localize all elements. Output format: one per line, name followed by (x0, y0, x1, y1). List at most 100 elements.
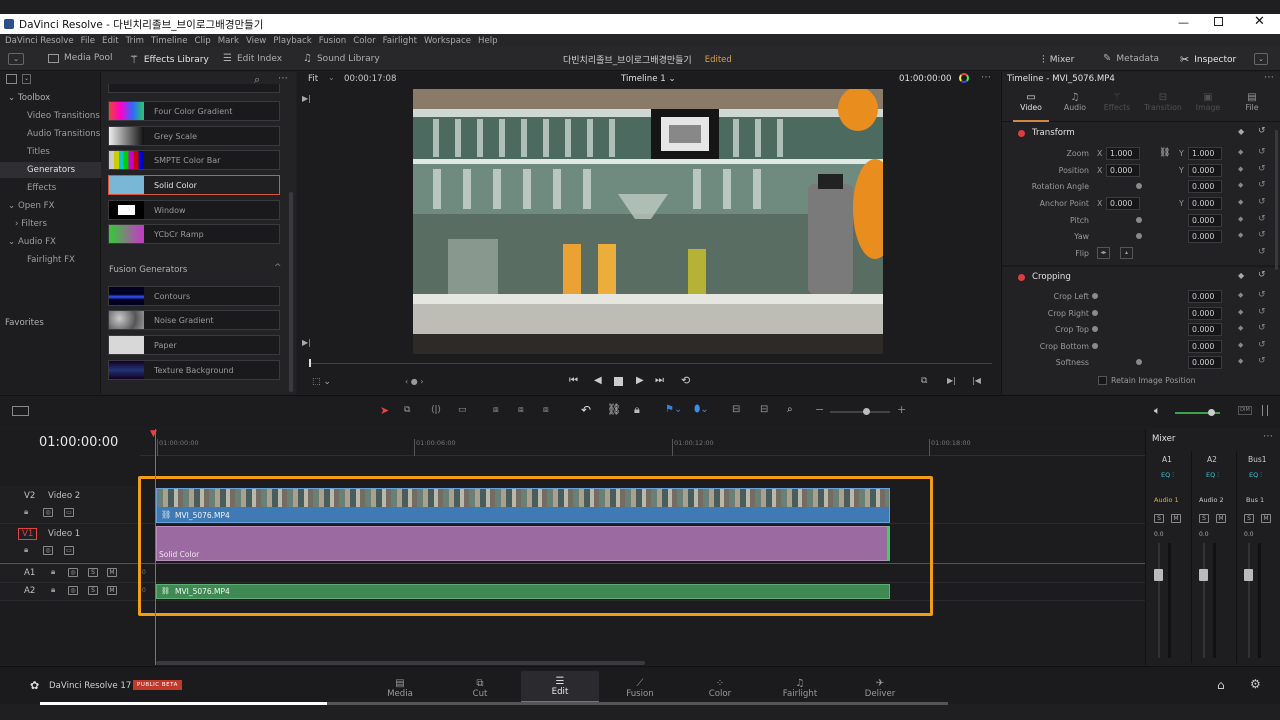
crop-top-field[interactable]: 0.000 (1188, 323, 1222, 336)
chevron-down-icon[interactable]: ⌄ (328, 73, 335, 82)
insert-clip-icon[interactable]: ⧈ (493, 405, 499, 415)
menu-clip[interactable]: Clip (195, 36, 211, 46)
flip-vertical-icon[interactable]: ▴ (1120, 247, 1133, 259)
generator-smpte-color-bar[interactable]: SMPTE Color Bar (108, 150, 280, 170)
keyframe-icon[interactable]: ◆ (1238, 181, 1243, 189)
enable-dot-icon[interactable] (1018, 274, 1025, 281)
menu-workspace[interactable]: Workspace (424, 36, 471, 46)
tree-favorites[interactable]: Favorites (5, 318, 44, 328)
keyframe-icon[interactable]: ◆ (1238, 198, 1243, 206)
yaw-field[interactable]: 0.000 (1188, 230, 1222, 243)
keyframe-icon[interactable]: ◆ (1238, 341, 1243, 349)
reset-icon[interactable]: ↺ (1258, 247, 1266, 257)
sidebar-toggle-icon[interactable] (6, 74, 17, 84)
eq-button[interactable]: EQ ⫶ (1206, 471, 1219, 480)
crop-bottom-slider[interactable] (1092, 343, 1098, 349)
solo-button[interactable]: S (1154, 514, 1164, 523)
maximize-icon[interactable] (1214, 17, 1223, 26)
collapse-icon[interactable]: ^ (274, 263, 282, 273)
auto-select-icon[interactable]: ◎ (68, 586, 78, 595)
marker-icon[interactable]: ⬮⌄ (694, 404, 709, 415)
tree-video-transitions[interactable]: Video Transitions (27, 111, 100, 121)
color-wheel-icon[interactable] (959, 73, 969, 83)
viewer-options-icon[interactable]: ⬚ ⌄ (312, 377, 331, 387)
menu-color[interactable]: Color (353, 36, 375, 46)
mixer-button[interactable]: ⫶ Mixer (1042, 53, 1074, 67)
playhead-handle[interactable]: ▼ (150, 429, 157, 439)
tab-transition[interactable]: ⊟ Transition (1143, 92, 1183, 112)
generator-grey-scale[interactable]: Grey Scale (108, 126, 280, 146)
crop-right-slider[interactable] (1092, 310, 1098, 316)
page-cut[interactable]: ⧉ Cut (441, 671, 519, 703)
edit-index-button[interactable]: ☰ Edit Index (223, 53, 282, 64)
chevron-down-icon[interactable]: ⌄ (22, 74, 31, 84)
snapping-icon[interactable]: ↶ (581, 403, 591, 417)
anchor-y-field[interactable]: 0.000 (1188, 197, 1222, 210)
generator-noise-gradient[interactable]: Noise Gradient (108, 310, 280, 330)
tab-video[interactable]: ▭ Video (1013, 92, 1049, 122)
keyframe-icon[interactable]: ◆ (1238, 127, 1244, 136)
fader-track[interactable] (1248, 543, 1250, 658)
tab-file[interactable]: ▤ File (1234, 92, 1270, 112)
keyframe-icon[interactable]: ◆ (1238, 357, 1243, 365)
lock-icon[interactable]: 🔒︎ (24, 507, 28, 517)
keyframe-icon[interactable]: ◆ (1238, 148, 1243, 156)
reset-icon[interactable]: ↺ (1258, 197, 1266, 207)
tab-effects[interactable]: ⚚ Effects (1099, 92, 1135, 112)
speaker-icon[interactable]: 🔈︎ (1154, 404, 1161, 418)
jog-control[interactable]: ‹ ● › (405, 377, 423, 386)
tree-audio-transitions[interactable]: Audio Transitions (27, 129, 100, 139)
keyframe-icon[interactable]: ◆ (1238, 271, 1244, 280)
mute-button[interactable]: M (107, 568, 117, 577)
menu-davinci[interactable]: DaVinci Resolve (5, 36, 74, 46)
crop-bottom-field[interactable]: 0.000 (1188, 340, 1222, 353)
menu-fusion[interactable]: Fusion (319, 36, 347, 46)
solo-button[interactable]: S (88, 586, 98, 595)
menu-trim[interactable]: Trim (126, 36, 144, 46)
link-icon[interactable]: ⛓ (1159, 148, 1170, 158)
reset-icon[interactable]: ↺ (1258, 323, 1266, 333)
keyframe-icon[interactable]: ◆ (1238, 231, 1243, 239)
trim-tool-icon[interactable]: ⧉ (404, 405, 410, 415)
mute-button[interactable]: M (107, 586, 117, 595)
anchor-x-field[interactable]: 0.000 (1106, 197, 1140, 210)
zoom-out-icon[interactable]: − (815, 403, 824, 416)
linked-selection-icon[interactable]: ⛓ (607, 403, 621, 416)
more-options-icon[interactable]: ⋯ (981, 72, 991, 83)
selection-tool-icon[interactable]: ➤ (380, 404, 389, 417)
mark-in-icon[interactable]: ▶| (302, 94, 311, 103)
flip-horizontal-icon[interactable]: ◂▸ (1097, 247, 1110, 259)
page-deliver[interactable]: ✈ Deliver (841, 671, 919, 703)
meter-icon[interactable] (1262, 405, 1268, 416)
prev-frame-icon[interactable]: |◀ (972, 376, 981, 385)
track-enable-icon[interactable]: ▭ (64, 508, 74, 517)
go-to-start-icon[interactable]: ⏮ (569, 375, 578, 386)
tab-image[interactable]: ▣ Image (1190, 92, 1226, 112)
keyframe-icon[interactable]: ◆ (1238, 308, 1243, 316)
generator-contours[interactable]: Contours (108, 286, 280, 306)
loop-icon[interactable]: ⟲ (681, 374, 690, 387)
playhead[interactable] (155, 429, 156, 665)
eq-button[interactable]: EQ ⫶ (1249, 471, 1262, 480)
effects-library-button[interactable]: ⚚ Effects Library (129, 53, 209, 66)
lock-icon[interactable]: 🔒︎ (24, 545, 28, 555)
page-media[interactable]: ▤ Media (361, 671, 439, 703)
menu-fairlight[interactable]: Fairlight (383, 36, 417, 46)
media-pool-button[interactable]: Media Pool (48, 53, 113, 63)
reset-icon[interactable]: ↺ (1258, 290, 1266, 300)
zoom-custom-icon[interactable]: ⌕ (787, 404, 793, 415)
page-color[interactable]: ⁘ Color (681, 671, 759, 703)
home-icon[interactable]: ⌂ (1217, 678, 1225, 692)
zoom-in-icon[interactable]: + (897, 403, 906, 416)
zoom-slider-handle[interactable] (863, 408, 870, 415)
timeline-name-dropdown[interactable]: Timeline 1 ⌄ (621, 74, 676, 84)
reset-icon[interactable]: ↺ (1258, 147, 1266, 157)
scrubber-playhead[interactable] (309, 359, 311, 367)
solo-button[interactable]: S (1244, 514, 1254, 523)
more-options-icon[interactable]: ⋯ (1263, 431, 1273, 442)
menu-mark[interactable]: Mark (218, 36, 239, 46)
track-enable-icon[interactable]: ▭ (64, 546, 74, 555)
timeline-ruler[interactable]: 01:00:00:00 01:00:06:00 01:00:12:00 01:0… (140, 429, 1145, 456)
yaw-slider[interactable] (1136, 233, 1142, 239)
cropping-section[interactable]: Cropping ◆ ↺ (1002, 270, 1280, 284)
